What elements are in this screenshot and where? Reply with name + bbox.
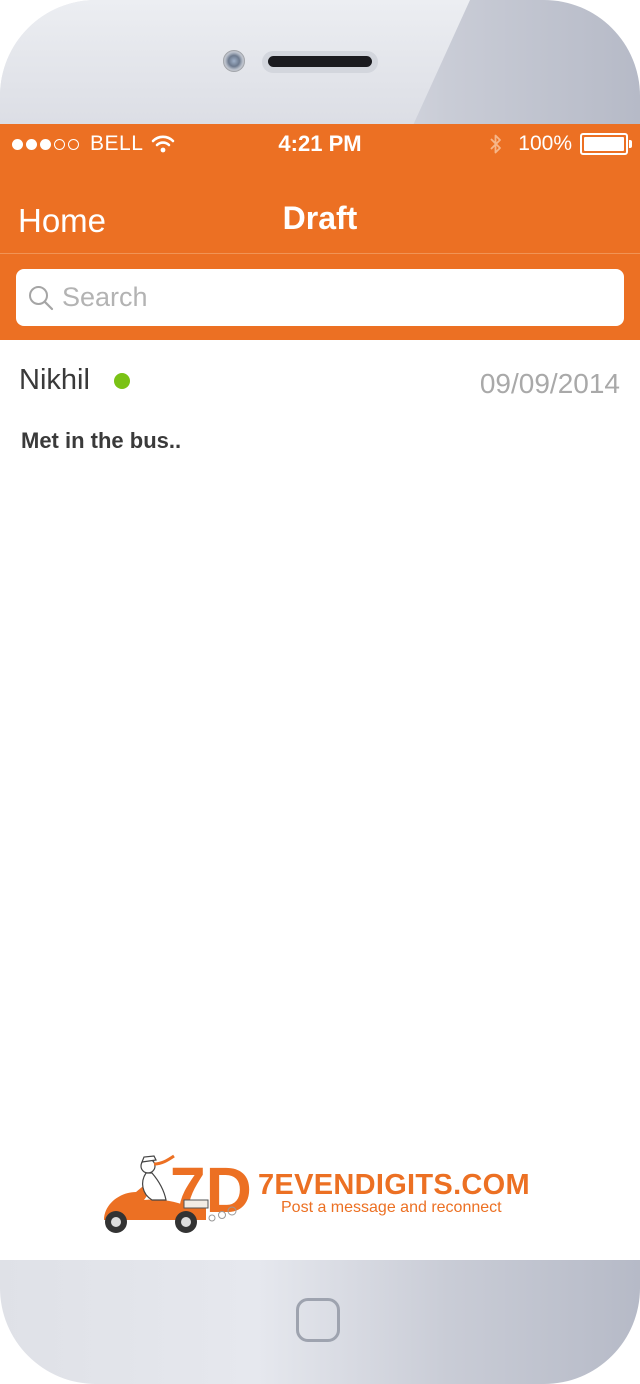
navigation-bar: Home Draft: [0, 164, 640, 254]
home-back-button[interactable]: Home: [18, 202, 106, 240]
battery-percent: 100%: [518, 132, 572, 155]
brand-name: 7EVENDIGITS.COM: [258, 1169, 530, 1201]
draft-list: Nikhil 09/09/2014 Met in the bus..: [0, 340, 640, 480]
status-bar: BELL 4:21 PM 100%: [0, 124, 640, 164]
draft-item[interactable]: Nikhil 09/09/2014 Met in the bus..: [0, 340, 640, 480]
brand-tagline: Post a message and reconnect: [281, 1199, 502, 1216]
search-input[interactable]: [62, 269, 602, 326]
top-bezel: [0, 0, 640, 124]
contact-name: Nikhil: [19, 364, 90, 396]
front-camera: [223, 50, 245, 72]
online-status-dot: [114, 373, 130, 389]
home-button[interactable]: [296, 1298, 340, 1342]
battery-fill: [584, 137, 624, 151]
brand-footer: 7D 7EVENDIGITS.COM Post a message and re…: [96, 1142, 556, 1242]
draft-date: 09/09/2014: [479, 368, 620, 399]
battery-icon: [580, 133, 632, 155]
scooter-logo-icon: 7D: [104, 1154, 252, 1233]
screen: BELL 4:21 PM 100% Home Draft Search Nikh…: [0, 124, 640, 1260]
bottom-bezel: [0, 1260, 640, 1384]
draft-message: Met in the bus..: [21, 428, 182, 453]
earpiece-speaker: [262, 51, 378, 73]
search-box[interactable]: [16, 269, 624, 326]
bluetooth-icon: [490, 134, 502, 154]
search-bar: [0, 254, 640, 340]
search-icon: [29, 286, 54, 311]
phone-frame: BELL 4:21 PM 100% Home Draft Search Nikh…: [0, 0, 640, 1384]
status-right: 100%: [488, 132, 632, 156]
